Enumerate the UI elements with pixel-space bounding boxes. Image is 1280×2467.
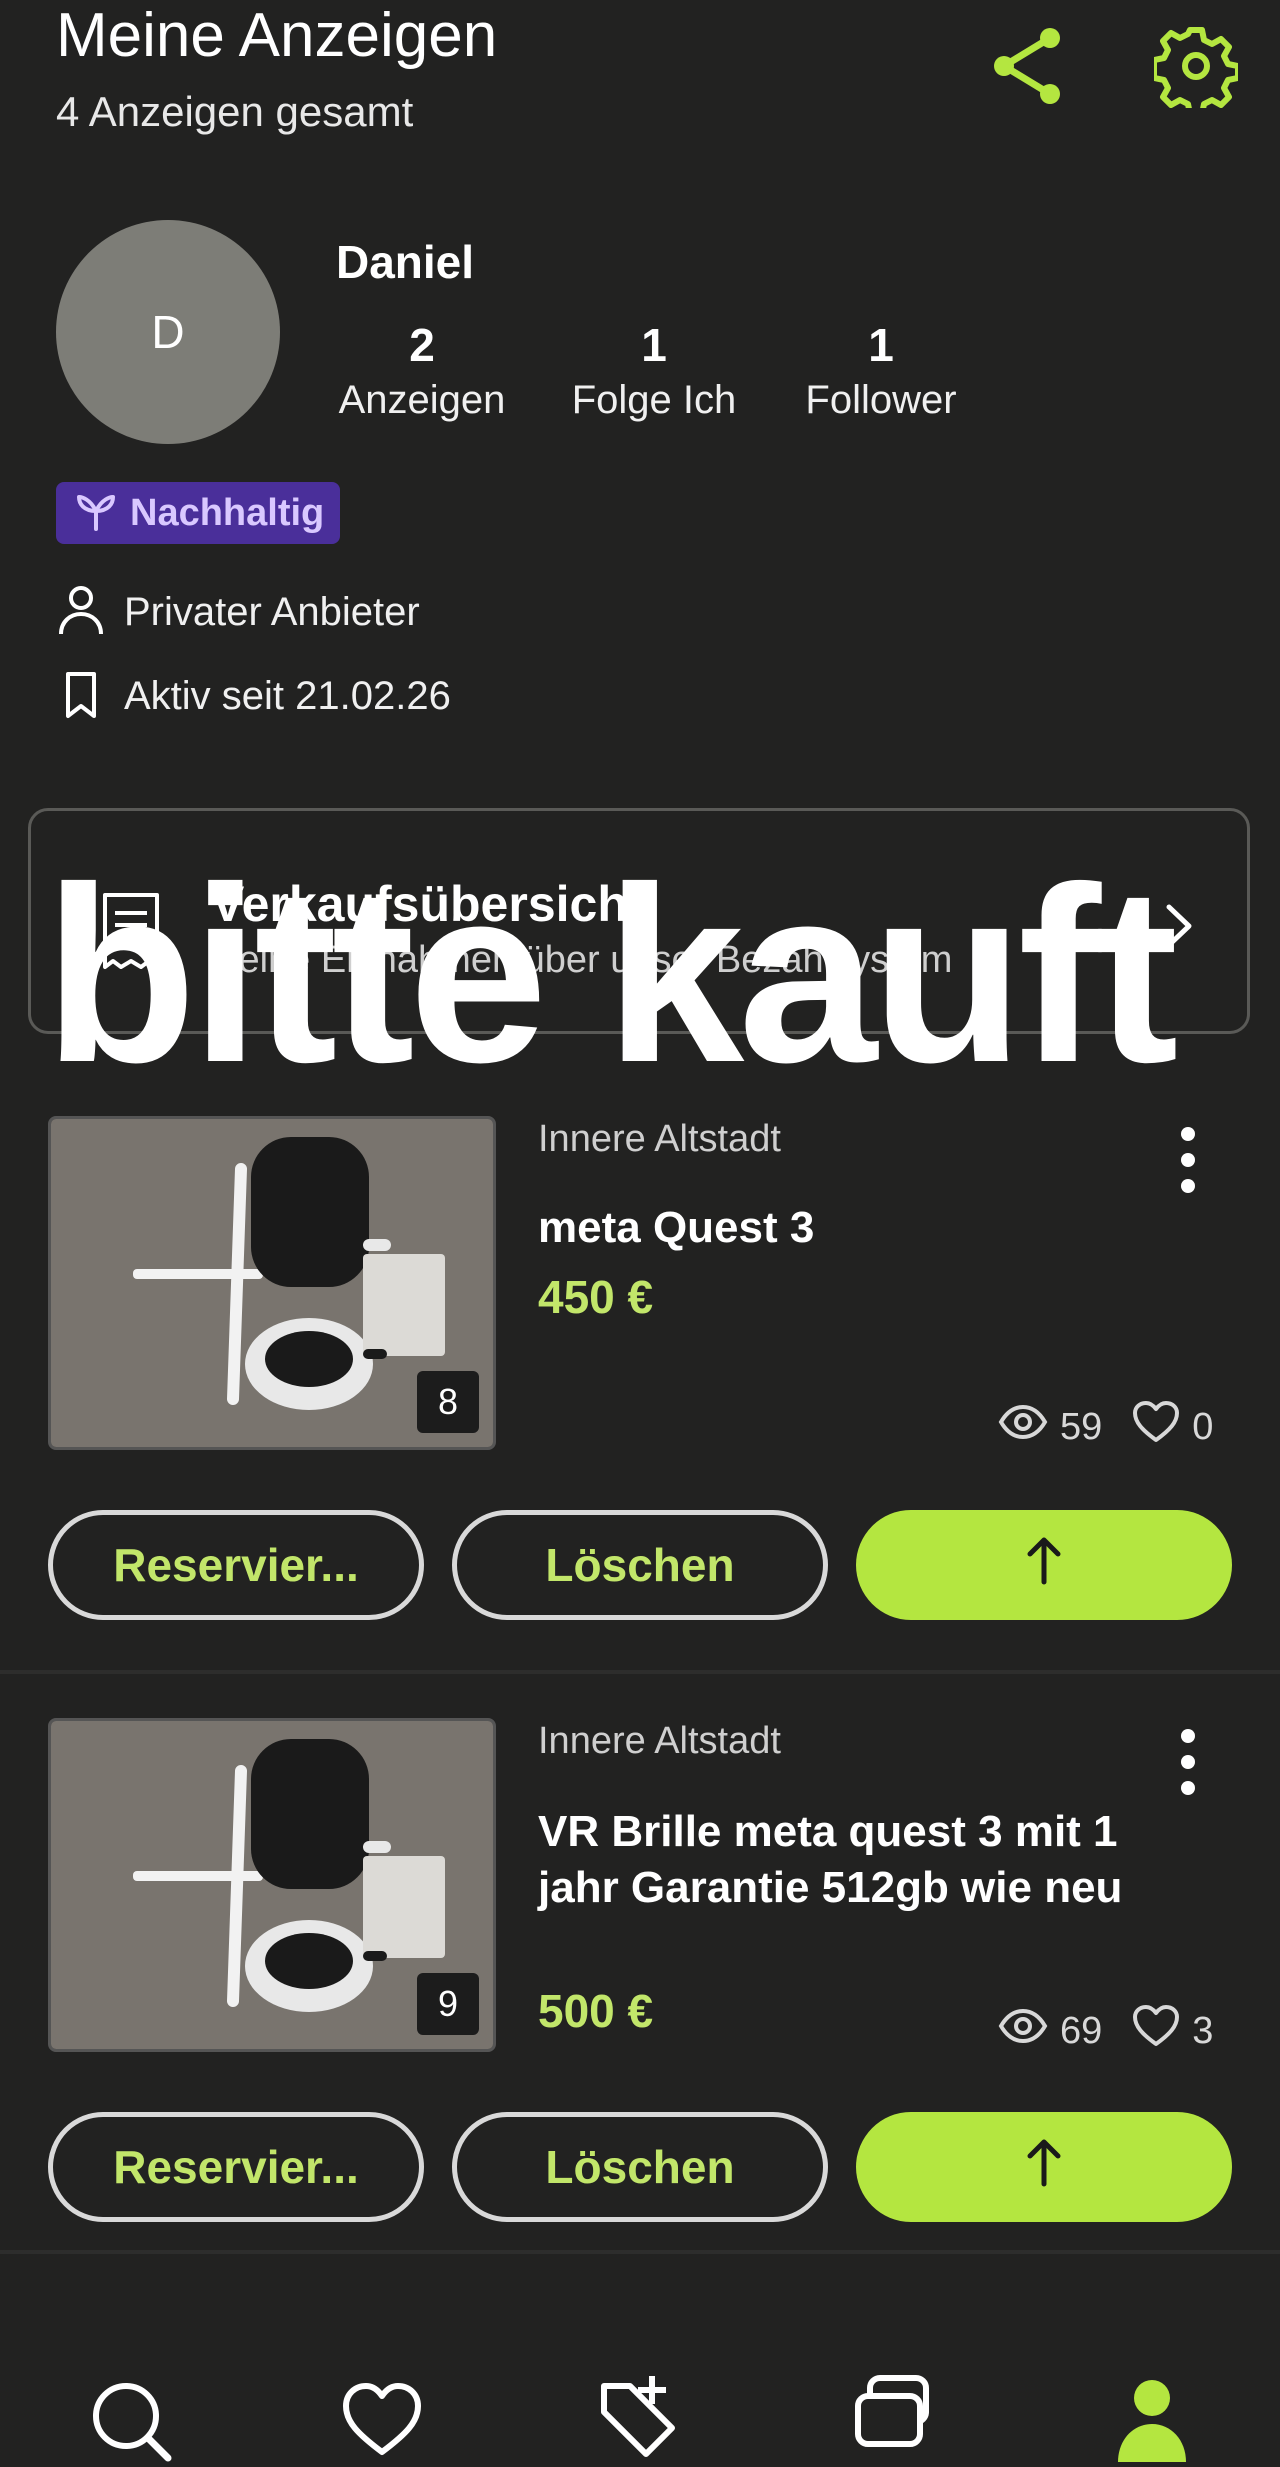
seller-type-row: Privater Anbieter bbox=[56, 584, 420, 640]
stat-label: Follower bbox=[805, 378, 957, 422]
badge-label: Nachhaltig bbox=[130, 491, 325, 534]
profile-icon[interactable] bbox=[1102, 2372, 1202, 2462]
stat-value: 1 bbox=[641, 319, 667, 371]
stat-following[interactable]: 1 Folge Ich bbox=[560, 316, 748, 426]
push-listing-button[interactable] bbox=[856, 1510, 1232, 1620]
listing-image[interactable]: 9 bbox=[48, 1718, 496, 2052]
listing-title[interactable]: VR Brille meta quest 3 mit 1 jahr Garant… bbox=[538, 1804, 1178, 1916]
sprout-icon bbox=[76, 491, 116, 536]
listing-metrics: 59 0 bbox=[998, 1400, 1213, 1454]
eye-icon bbox=[998, 2008, 1048, 2054]
delete-button[interactable]: Löschen bbox=[452, 1510, 828, 1620]
sustainability-badge: Nachhaltig bbox=[56, 482, 341, 544]
listing-divider bbox=[0, 1670, 1280, 1674]
page-title: Meine Anzeigen bbox=[56, 1, 498, 70]
like-count: 3 bbox=[1192, 2009, 1214, 2052]
like-count: 0 bbox=[1192, 1405, 1214, 1448]
listing-location: Innere Altstadt bbox=[538, 1118, 781, 1160]
seller-type: Privater Anbieter bbox=[124, 589, 420, 634]
more-options-icon[interactable] bbox=[1162, 1120, 1214, 1200]
stat-label: Folge Ich bbox=[571, 378, 737, 422]
listing-title[interactable]: meta Quest 3 bbox=[538, 1200, 1178, 1256]
search-icon[interactable] bbox=[82, 2372, 182, 2462]
stat-label: Anzeigen bbox=[338, 378, 506, 422]
stat-value: 2 bbox=[409, 319, 435, 371]
listing-actions: Reservier... Löschen bbox=[0, 2112, 1280, 2222]
reserve-button[interactable]: Reservier... bbox=[48, 1510, 424, 1620]
stat-followers[interactable]: 1 Follower bbox=[790, 316, 972, 426]
listing-price: 450 € bbox=[538, 1271, 654, 1323]
view-count: 59 bbox=[1060, 1405, 1103, 1448]
heart-icon bbox=[1132, 1400, 1180, 1454]
stat-value: 1 bbox=[868, 319, 894, 371]
listing-metrics: 69 3 bbox=[998, 2004, 1213, 2058]
eye-icon bbox=[998, 1404, 1048, 1450]
avatar[interactable]: D bbox=[56, 220, 280, 444]
person-icon bbox=[56, 584, 106, 641]
gear-icon[interactable] bbox=[1151, 24, 1241, 117]
image-count-badge: 9 bbox=[417, 1973, 479, 2035]
listing-count: 4 Anzeigen gesamt bbox=[56, 88, 414, 135]
listing-actions: Reservier... Löschen bbox=[0, 1510, 1280, 1620]
add-listing-icon[interactable] bbox=[590, 2372, 690, 2462]
listing-price: 500 € bbox=[538, 1985, 654, 2037]
delete-button[interactable]: Löschen bbox=[452, 2112, 828, 2222]
stat-anzeigen[interactable]: 2 Anzeigen bbox=[330, 316, 514, 426]
heart-icon[interactable] bbox=[332, 2372, 432, 2462]
reserve-button[interactable]: Reservier... bbox=[48, 2112, 424, 2222]
listing-image[interactable]: 8 bbox=[48, 1116, 496, 1450]
active-since-row: Aktiv seit 21.02.26 bbox=[56, 668, 451, 724]
active-since: Aktiv seit 21.02.26 bbox=[124, 673, 451, 718]
listing-location: Innere Altstadt bbox=[538, 1720, 781, 1762]
profile-name: Daniel bbox=[336, 236, 475, 288]
share-icon[interactable] bbox=[988, 24, 1068, 108]
image-count-badge: 8 bbox=[417, 1371, 479, 1433]
push-listing-button[interactable] bbox=[856, 2112, 1232, 2222]
arrow-up-icon bbox=[1024, 1534, 1064, 1597]
more-options-icon[interactable] bbox=[1162, 1722, 1214, 1802]
listing-divider bbox=[0, 2250, 1280, 2254]
view-count: 69 bbox=[1060, 2009, 1103, 2052]
chat-icon[interactable] bbox=[848, 2372, 948, 2462]
heart-icon bbox=[1132, 2004, 1180, 2058]
bookmark-icon bbox=[56, 668, 106, 725]
arrow-up-icon bbox=[1024, 2136, 1064, 2199]
overlay-caption: bitte kauft bbox=[44, 835, 1178, 1114]
